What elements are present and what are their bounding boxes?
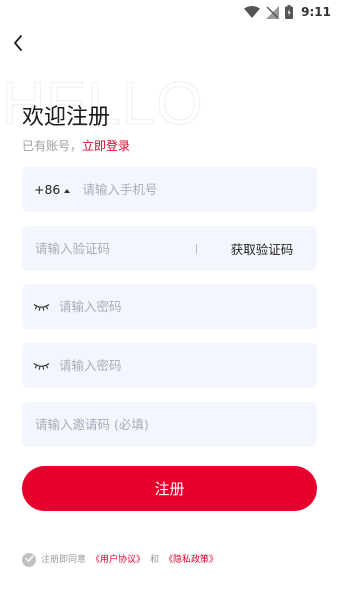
- no-signal-icon: [266, 5, 280, 19]
- agreement-prefix: 注册即同意: [41, 555, 87, 565]
- eye-closed-icon[interactable]: [33, 360, 51, 372]
- register-button[interactable]: 注册: [22, 466, 317, 511]
- user-agreement-link[interactable]: 《用户协议》: [91, 553, 145, 567]
- battery-icon: [285, 5, 294, 19]
- country-code: +86: [34, 182, 61, 197]
- country-code-selector[interactable]: +86: [22, 182, 78, 197]
- back-arrow-icon: [13, 35, 23, 55]
- agreement: 注册即同意 《用户协议》 和 《隐私政策》: [22, 553, 218, 567]
- password-field: [22, 284, 317, 329]
- back-button[interactable]: [8, 34, 28, 56]
- privacy-policy-link[interactable]: 《隐私政策》: [164, 553, 218, 567]
- login-hint: 已有账号，立即登录: [22, 138, 130, 154]
- invite-code-field: [22, 402, 317, 447]
- verification-code-field: 获取验证码: [22, 226, 317, 271]
- login-hint-text: 已有账号，: [22, 139, 83, 153]
- phone-field: +86: [22, 167, 317, 212]
- verification-code-input[interactable]: [22, 226, 182, 271]
- agreement-checkbox[interactable]: [22, 553, 36, 567]
- caret-icon: [64, 188, 71, 193]
- confirm-password-field: [22, 343, 317, 388]
- eye-closed-icon[interactable]: [33, 301, 51, 313]
- page-title: 欢迎注册: [22, 105, 111, 130]
- status-icons: 9:11: [244, 3, 331, 21]
- phone-input[interactable]: [78, 167, 289, 212]
- login-link[interactable]: 立即登录: [82, 139, 130, 153]
- wifi-icon: [244, 6, 261, 18]
- check-icon: [24, 553, 34, 567]
- get-code-button[interactable]: 获取验证码: [197, 239, 317, 258]
- status-time: 9:11: [301, 5, 331, 19]
- confirm-password-input[interactable]: [59, 343, 317, 388]
- status-bar: 9:11: [0, 0, 339, 24]
- agreement-conjunction: 和: [150, 555, 160, 565]
- password-input[interactable]: [59, 284, 317, 329]
- invite-code-input[interactable]: [22, 402, 317, 447]
